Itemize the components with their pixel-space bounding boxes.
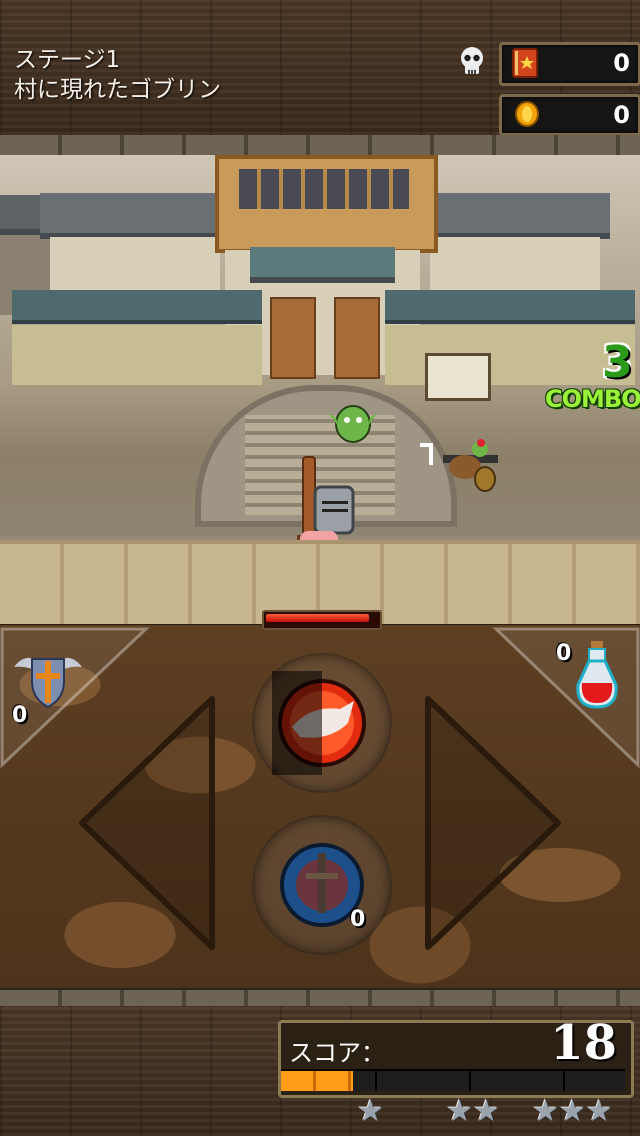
score-label: スコア： — [289, 1039, 385, 1067]
spellbook-icon — [512, 48, 538, 78]
progress-marker — [563, 1071, 565, 1091]
left-fence-roof — [12, 290, 262, 324]
score-progress-bar — [281, 1069, 625, 1091]
gate-roof — [250, 247, 395, 283]
stage-name: 村に現れたゴブリン — [14, 77, 221, 103]
attack-button[interactable] — [252, 653, 392, 793]
gate-house-upper — [215, 155, 438, 253]
progress-marker — [469, 1071, 471, 1091]
left-wing-roof — [40, 193, 220, 239]
skull-icon — [461, 47, 483, 74]
book-counter: 0 — [499, 42, 640, 86]
coin-counter: 0 — [499, 94, 640, 136]
coin-count: 0 — [613, 101, 630, 129]
gate-door-left — [270, 297, 316, 379]
gate-house-windows — [239, 169, 409, 209]
move-left-button[interactable] — [72, 693, 222, 953]
coin-icon — [515, 101, 539, 127]
control-area: 0 0 0 — [0, 625, 640, 990]
notice-board — [425, 353, 491, 401]
star-threshold-1: ★ — [357, 1094, 384, 1129]
star-threshold-3: ★★★ — [532, 1094, 613, 1129]
star-threshold-2: ★★ — [446, 1094, 500, 1129]
right-fence-roof — [385, 290, 635, 324]
stone-border-top — [0, 135, 640, 157]
left-fence-wall — [12, 325, 262, 385]
potion-count: 0 — [556, 641, 572, 666]
fire-slash-icon — [272, 671, 366, 775]
special-skill-count: 0 — [350, 907, 366, 932]
right-fence-wall — [385, 325, 635, 385]
combo-label: COMBO — [545, 385, 640, 413]
stone-border-bottom — [0, 988, 640, 1008]
player-hp-bar — [262, 610, 382, 630]
top-hud: ステージ1 村に現れたゴブリン 0 0 — [0, 0, 640, 139]
stage-number: ステージ1 — [14, 47, 121, 73]
shield-count: 0 — [12, 703, 28, 728]
score-value: 18 — [550, 1015, 617, 1071]
special-skill-button[interactable] — [252, 815, 392, 955]
goblin-enemy — [420, 439, 498, 492]
score-progress-fill — [281, 1071, 354, 1091]
progress-marker — [375, 1071, 377, 1091]
move-right-button[interactable] — [418, 693, 568, 953]
score-panel: スコア： 18 — [278, 1015, 634, 1098]
player-hp-fill — [266, 614, 369, 622]
right-wing-roof — [430, 193, 610, 239]
gate-door-right — [334, 297, 380, 379]
red-potion-icon — [576, 641, 618, 709]
combo-count: 3 — [602, 337, 633, 388]
goblin-head — [328, 405, 378, 443]
book-count: 0 — [613, 49, 630, 77]
